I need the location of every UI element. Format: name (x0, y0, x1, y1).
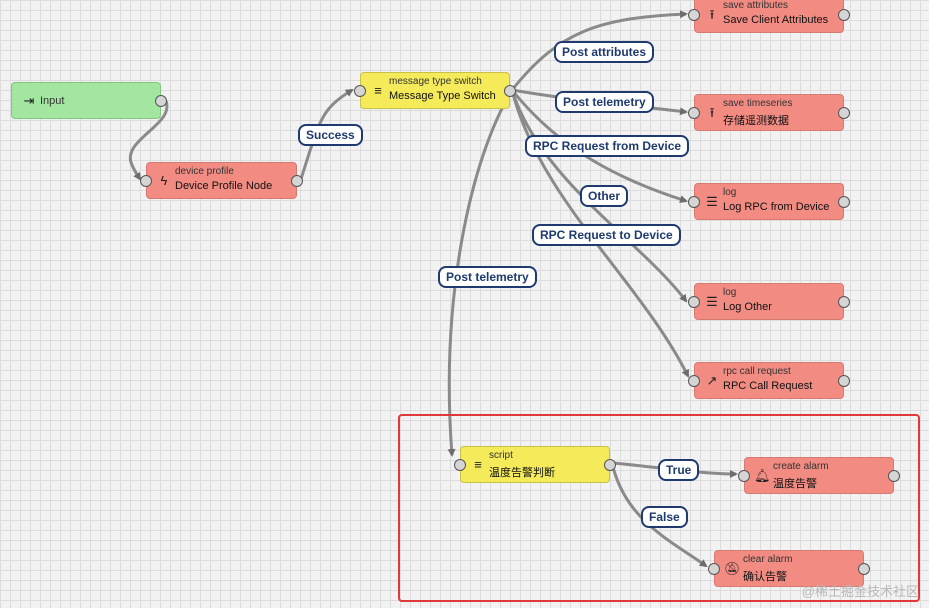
input-port[interactable] (688, 375, 700, 387)
arrow-up-right-icon: ↗ (706, 373, 718, 388)
node-rpc-call-request[interactable]: ↗ rpc call request RPC Call Request (688, 362, 850, 399)
output-port[interactable] (291, 175, 303, 187)
node-device-profile[interactable]: ϟ device profile Device Profile Node (140, 162, 303, 199)
node-name-label: Log Other (723, 301, 772, 313)
input-port[interactable] (688, 9, 700, 21)
node-name-label: Log RPC from Device (723, 201, 830, 213)
node-log-other[interactable]: ☰ log Log Other (688, 283, 850, 320)
menu-icon: ☰ (706, 294, 718, 309)
output-port[interactable] (838, 9, 850, 21)
node-name-label: 存储遥测数据 (723, 115, 789, 127)
node-type-label: rpc call request (723, 366, 791, 377)
node-name-label: RPC Call Request (723, 380, 813, 392)
watermark: @稀土掘金技术社区 (801, 584, 919, 599)
node-save-attributes[interactable]: ⭱ save attributes Save Client Attributes (688, 0, 850, 33)
node-type-label: save attributes (723, 0, 789, 11)
input-port[interactable] (688, 107, 700, 119)
node-type-label: Input (40, 95, 65, 107)
link-label-post-attributes[interactable]: Post attributes (554, 41, 655, 63)
node-type-label: log (723, 287, 737, 298)
output-port[interactable] (838, 107, 850, 119)
input-port[interactable] (688, 296, 700, 308)
node-type-label: device profile (175, 166, 234, 177)
output-port[interactable] (838, 296, 850, 308)
output-port[interactable] (838, 196, 850, 208)
output-port[interactable] (504, 85, 516, 97)
upload-icon: ⭱ (709, 7, 715, 22)
input-port[interactable] (354, 85, 366, 97)
link-label-rpc-from-device[interactable]: RPC Request from Device (525, 135, 690, 157)
node-message-type-switch[interactable]: ≡ message type switch Message Type Switc… (354, 72, 516, 109)
input-port[interactable] (688, 196, 700, 208)
node-name-label: Device Profile Node (175, 180, 273, 192)
node-type-label: save timeseries (723, 98, 793, 109)
link-label-success[interactable]: Success (298, 124, 363, 146)
node-name-label: Message Type Switch (389, 90, 496, 102)
link-label-post-telemetry[interactable]: Post telemetry (555, 91, 654, 113)
output-port[interactable] (155, 95, 167, 107)
menu-icon: ☰ (706, 194, 718, 209)
node-save-timeseries[interactable]: ⭱ save timeseries 存储遥测数据 (688, 94, 850, 131)
input-icon: ⇥ (23, 93, 35, 108)
upload-icon: ⭱ (709, 105, 715, 120)
node-type-label: message type switch (389, 76, 482, 87)
node-input[interactable]: ⇥ Input (11, 82, 167, 119)
alarm-section-highlight (398, 414, 920, 602)
node-log-rpc[interactable]: ☰ log Log RPC from Device (688, 183, 850, 220)
input-port[interactable] (140, 175, 152, 187)
node-type-label: log (723, 187, 737, 198)
filter-icon: ≡ (374, 83, 382, 98)
link-label-post-telemetry-2[interactable]: Post telemetry (438, 266, 537, 288)
output-port[interactable] (838, 375, 850, 387)
node-name-label: Save Client Attributes (723, 14, 829, 26)
link-label-other[interactable]: Other (580, 185, 629, 207)
bolt-icon: ϟ (160, 173, 168, 188)
link-label-rpc-to-device[interactable]: RPC Request to Device (532, 224, 681, 246)
